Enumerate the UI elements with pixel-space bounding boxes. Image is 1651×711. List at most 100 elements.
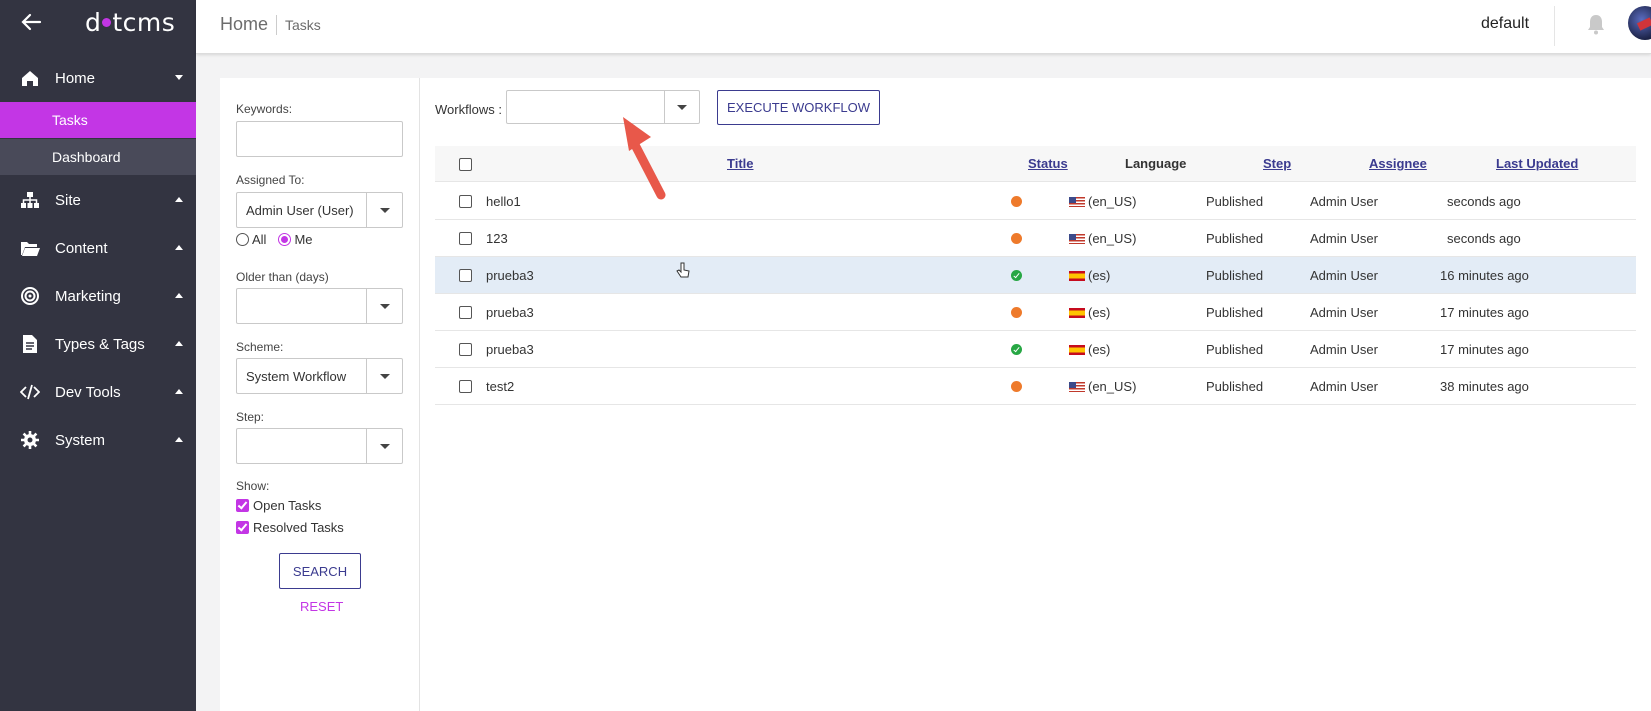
sidebar-item-dashboard[interactable]: Dashboard bbox=[0, 139, 196, 175]
bell-icon[interactable] bbox=[1586, 13, 1606, 35]
row-title[interactable]: prueba3 bbox=[486, 305, 534, 320]
column-last-updated[interactable]: Last Updated bbox=[1496, 156, 1578, 171]
row-title[interactable]: test2 bbox=[486, 379, 514, 394]
row-checkbox[interactable] bbox=[459, 343, 472, 356]
row-title[interactable]: prueba3 bbox=[486, 268, 534, 283]
open-tasks-label: Open Tasks bbox=[253, 498, 322, 513]
radio-all[interactable] bbox=[236, 233, 249, 246]
resolved-tasks-checkbox[interactable] bbox=[236, 521, 249, 534]
chevron-down-icon[interactable] bbox=[366, 193, 402, 227]
table-row[interactable]: prueba3 (es) Published Admin User 17 minutes… bbox=[435, 294, 1636, 331]
step-select[interactable] bbox=[236, 428, 403, 464]
row-language-label: (es) bbox=[1088, 305, 1111, 320]
row-assignee: Admin User bbox=[1310, 231, 1378, 246]
scheme-select[interactable]: System Workflow bbox=[236, 358, 403, 394]
row-step: Published bbox=[1206, 342, 1264, 357]
chevron-up-icon bbox=[175, 389, 183, 394]
row-checkbox[interactable] bbox=[459, 269, 472, 282]
row-assignee: Admin User bbox=[1310, 268, 1378, 283]
row-checkbox[interactable] bbox=[459, 306, 472, 319]
file-text-icon bbox=[23, 335, 37, 353]
brand-bar: d tcms bbox=[0, 0, 196, 46]
status-open-icon bbox=[1011, 196, 1022, 207]
chevron-down-icon[interactable] bbox=[366, 429, 402, 463]
column-step[interactable]: Step bbox=[1263, 156, 1291, 171]
site-selector[interactable]: default bbox=[1481, 15, 1529, 33]
row-title[interactable]: prueba3 bbox=[486, 342, 534, 357]
assigned-radio-group: All Me bbox=[236, 232, 313, 247]
table-row[interactable]: prueba3 (es) Published Admin User 16 minutes… bbox=[435, 257, 1636, 294]
breadcrumb-home[interactable]: Home bbox=[220, 14, 268, 35]
table-row[interactable]: test2 (en_US) Published Admin User 38 minute… bbox=[435, 368, 1636, 405]
row-step: Published bbox=[1206, 268, 1264, 283]
nav-dev-tools[interactable]: Dev Tools bbox=[0, 368, 196, 416]
search-button[interactable]: SEARCH bbox=[279, 553, 361, 589]
row-last-updated: seconds ago bbox=[1447, 194, 1521, 209]
open-tasks-checkbox[interactable] bbox=[236, 499, 249, 512]
row-step: Published bbox=[1206, 231, 1264, 246]
breadcrumb-current: Tasks bbox=[285, 17, 321, 33]
row-step: Published bbox=[1206, 379, 1264, 394]
row-step: Published bbox=[1206, 305, 1264, 320]
nav-content-label: Content bbox=[55, 239, 108, 257]
nav-content[interactable]: Content bbox=[0, 224, 196, 272]
row-assignee: Admin User bbox=[1310, 194, 1378, 209]
nav-types-tags[interactable]: Types & Tags bbox=[0, 320, 196, 368]
code-icon bbox=[20, 384, 40, 400]
row-checkbox[interactable] bbox=[459, 380, 472, 393]
flag-es-icon bbox=[1069, 345, 1085, 355]
row-title[interactable]: 123 bbox=[486, 231, 508, 246]
dotcms-logo[interactable]: d tcms bbox=[85, 8, 175, 37]
execute-workflow-button[interactable]: EXECUTE WORKFLOW bbox=[717, 90, 880, 125]
filters-panel: Keywords: Assigned To: Admin User (User)… bbox=[220, 78, 420, 711]
row-checkbox[interactable] bbox=[459, 232, 472, 245]
column-status[interactable]: Status bbox=[1028, 156, 1068, 171]
row-language-label: (es) bbox=[1088, 342, 1111, 357]
row-language: (es) bbox=[1069, 342, 1110, 357]
resolved-tasks-option[interactable]: Resolved Tasks bbox=[236, 520, 344, 535]
header-divider bbox=[1554, 6, 1555, 46]
column-assignee[interactable]: Assignee bbox=[1369, 156, 1427, 171]
row-last-updated: 17 minutes ago bbox=[1440, 342, 1529, 357]
nav-marketing-label: Marketing bbox=[55, 287, 121, 305]
nav-system[interactable]: System bbox=[0, 416, 196, 464]
flag-es-icon bbox=[1069, 308, 1085, 318]
keywords-label: Keywords: bbox=[236, 102, 293, 116]
avatar[interactable] bbox=[1628, 6, 1651, 40]
select-all-checkbox[interactable] bbox=[459, 158, 472, 171]
row-language: (es) bbox=[1069, 268, 1110, 283]
chevron-up-icon bbox=[175, 245, 183, 250]
table-row[interactable]: 123 (en_US) Published Admin User seconds ago bbox=[435, 220, 1636, 257]
assigned-to-select[interactable]: Admin User (User) bbox=[236, 192, 403, 228]
target-icon bbox=[21, 287, 39, 305]
chevron-down-icon[interactable] bbox=[366, 289, 402, 323]
keywords-input[interactable] bbox=[236, 121, 403, 157]
radio-me[interactable] bbox=[278, 233, 292, 246]
top-header: Home Tasks default bbox=[196, 0, 1651, 54]
nav-home[interactable]: Home bbox=[0, 54, 196, 102]
status-open-icon bbox=[1011, 233, 1022, 244]
row-assignee: Admin User bbox=[1310, 342, 1378, 357]
row-checkbox[interactable] bbox=[459, 195, 472, 208]
column-language: Language bbox=[1125, 156, 1187, 171]
table-row[interactable]: prueba3 (es) Published Admin User 17 minutes… bbox=[435, 331, 1636, 368]
row-assignee: Admin User bbox=[1310, 379, 1378, 394]
open-tasks-option[interactable]: Open Tasks bbox=[236, 498, 321, 513]
nav-marketing[interactable]: Marketing bbox=[0, 272, 196, 320]
older-than-select[interactable] bbox=[236, 288, 403, 324]
chevron-up-icon bbox=[175, 437, 183, 442]
status-done-icon bbox=[1011, 270, 1022, 281]
workflows-label: Workflows : bbox=[435, 102, 502, 117]
chevron-down-icon bbox=[175, 75, 183, 80]
back-arrow-icon[interactable] bbox=[20, 11, 42, 33]
row-language: (en_US) bbox=[1069, 194, 1136, 209]
chevron-down-icon[interactable] bbox=[366, 359, 402, 393]
sidebar-item-tasks[interactable]: Tasks bbox=[0, 102, 196, 138]
nav-site[interactable]: Site bbox=[0, 176, 196, 224]
status-open-icon bbox=[1011, 307, 1022, 318]
row-title[interactable]: hello1 bbox=[486, 194, 521, 209]
reset-link[interactable]: RESET bbox=[300, 599, 343, 614]
hand-cursor-icon bbox=[676, 262, 690, 278]
scheme-label: Scheme: bbox=[236, 340, 284, 354]
column-title[interactable]: Title bbox=[727, 156, 754, 171]
